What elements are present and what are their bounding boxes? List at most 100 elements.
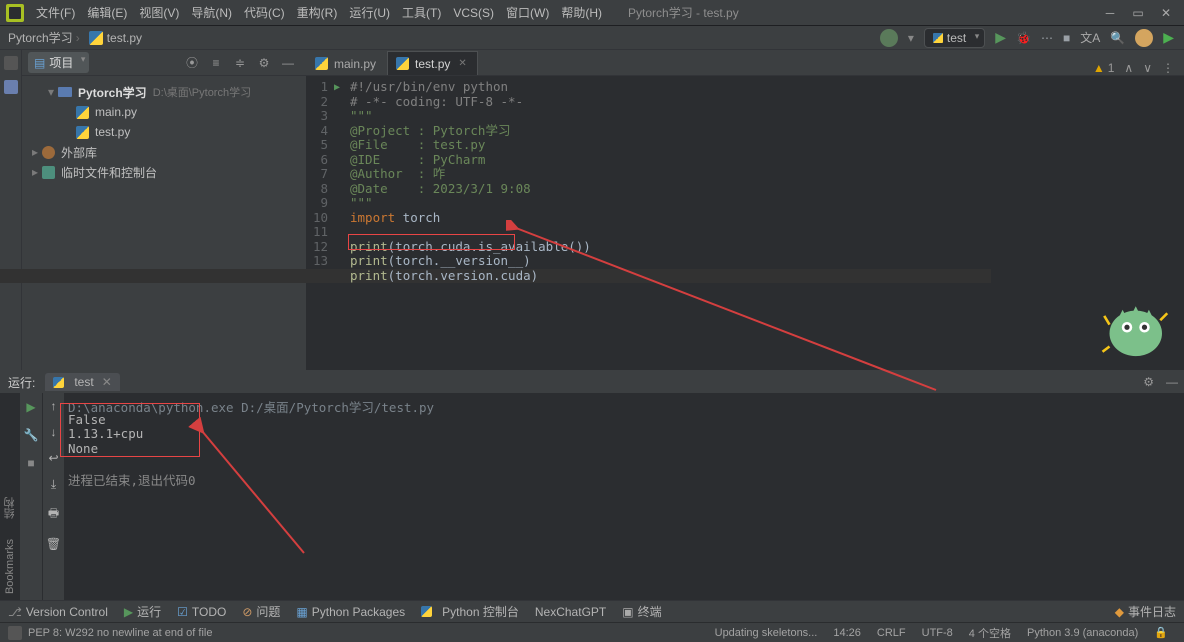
run-panel-label: 运行: <box>8 374 35 391</box>
wrench-icon[interactable]: 🔧 <box>23 427 39 443</box>
vlabel-structure[interactable]: 结构 <box>2 491 18 525</box>
bottom-problems[interactable]: ⊘问题 <box>242 603 280 620</box>
tab-test[interactable]: test.py✕ <box>387 51 478 75</box>
menu-help[interactable]: 帮助(H) <box>555 4 608 21</box>
collapse-all-icon[interactable]: ≑ <box>232 56 248 70</box>
editor-more-icon[interactable]: ⋮ <box>1162 61 1174 75</box>
project-view-selector[interactable]: 项目 <box>28 52 89 73</box>
menu-vcs[interactable]: VCS(S) <box>447 6 500 20</box>
status-encoding[interactable]: UTF-8 <box>922 627 953 639</box>
hide-panel-icon[interactable]: — <box>1166 375 1178 389</box>
bottom-console[interactable]: Python 控制台 <box>421 603 519 620</box>
status-lock-icon[interactable]: 🔒 <box>1154 626 1168 639</box>
tab-main[interactable]: main.py <box>306 51 387 75</box>
tree-scratches[interactable]: ▸临时文件和控制台 <box>22 162 306 182</box>
run-button[interactable]: ▶ <box>995 29 1006 46</box>
menu-view[interactable]: 视图(V) <box>133 4 185 21</box>
menu-window[interactable]: 窗口(W) <box>500 4 555 21</box>
tree-file-main[interactable]: main.py <box>22 102 306 122</box>
left-tool-gutter <box>0 50 22 370</box>
scratch-icon <box>42 166 55 179</box>
run-output[interactable]: D:\anaconda\python.exe D:/桌面/Pytorch学习/t… <box>64 393 1184 600</box>
up-icon[interactable]: ↑ <box>51 399 57 413</box>
left-vertical-labels: 结构 Bookmarks <box>0 491 20 600</box>
user-avatar-icon[interactable] <box>880 29 898 47</box>
gear-icon[interactable]: ⚙ <box>256 56 272 70</box>
menu-code[interactable]: 代码(C) <box>238 4 291 21</box>
rerun-icon[interactable]: ▶ <box>23 399 39 415</box>
gear-icon[interactable]: ⚙ <box>1143 375 1154 389</box>
menu-tools[interactable]: 工具(T) <box>396 4 447 21</box>
status-interpreter[interactable]: Python 3.9 (anaconda) <box>1027 627 1138 639</box>
next-highlight-icon[interactable]: ∨ <box>1143 61 1152 75</box>
run-line-icon[interactable]: ▶ <box>334 80 350 96</box>
status-bar: PEP 8: W292 no newline at end of file Up… <box>0 622 1184 642</box>
bottom-toolbar: ⎇Version Control ▶运行 ☑TODO ⊘问题 ▦Python P… <box>0 600 1184 622</box>
close-tab-icon[interactable]: ✕ <box>458 58 466 69</box>
stop-button[interactable]: ■ <box>1063 31 1070 45</box>
menubar: 文件(F) 编辑(E) 视图(V) 导航(N) 代码(C) 重构(R) 运行(U… <box>0 0 1184 26</box>
close-tab-icon[interactable]: ✕ <box>102 375 112 389</box>
annotation-box <box>60 403 200 457</box>
prev-highlight-icon[interactable]: ∧ <box>1124 61 1133 75</box>
stop-icon[interactable]: ■ <box>23 455 39 471</box>
expand-all-icon[interactable]: ≡ <box>208 56 224 70</box>
project-tool-icon[interactable] <box>4 56 18 70</box>
run-toolbar-primary: ▶ 🔧 ■ <box>20 393 42 600</box>
search-icon[interactable]: 🔍 <box>1110 31 1125 45</box>
python-file-icon <box>76 106 89 119</box>
status-lineending[interactable]: CRLF <box>877 627 906 639</box>
minimize-button[interactable]: ─ <box>1096 6 1124 20</box>
editor: main.py test.py✕ ▲1 ∧ ∨ ⋮ 12345678910111… <box>306 50 1184 370</box>
code-with-me-icon[interactable]: ▶ <box>1163 29 1174 46</box>
tool-windows-icon[interactable] <box>8 626 22 640</box>
close-button[interactable]: ✕ <box>1152 6 1180 20</box>
debug-button[interactable]: 🐞 <box>1016 31 1031 45</box>
menu-refactor[interactable]: 重构(R) <box>291 4 344 21</box>
bottom-chat[interactable]: NexChatGPT <box>535 605 606 619</box>
tree-external-libs[interactable]: ▸外部库 <box>22 142 306 162</box>
warning-icon: ▲ <box>1093 61 1105 75</box>
tree-root[interactable]: ▾ Pytorch学习 D:\桌面\Pytorch学习 <box>22 82 306 102</box>
menu-edit[interactable]: 编辑(E) <box>81 4 133 21</box>
menu-run[interactable]: 运行(U) <box>343 4 396 21</box>
run-panel: 运行: test ✕ ⚙ — ▶ 🔧 ■ ↑ ↓ ↩ ⤓ 🖶 🗑 D:\anac… <box>0 370 1184 600</box>
warnings-indicator[interactable]: ▲1 <box>1093 61 1115 75</box>
hide-panel-icon[interactable]: — <box>280 56 296 70</box>
app-logo-icon <box>6 4 24 22</box>
run-config-selector[interactable]: test <box>924 28 985 48</box>
folder-tool-icon[interactable] <box>4 80 18 94</box>
bottom-todo[interactable]: ☑TODO <box>177 605 226 619</box>
status-time: 14:26 <box>833 627 861 639</box>
bottom-run[interactable]: ▶运行 <box>124 603 161 620</box>
bottom-eventlog[interactable]: ◆事件日志 <box>1115 603 1176 620</box>
crumb-file[interactable]: test.py <box>107 31 142 45</box>
print-icon[interactable]: 🖶 <box>48 504 59 525</box>
library-icon <box>42 146 55 159</box>
crumb-project[interactable]: Pytorch学习 <box>8 29 73 46</box>
menu-file[interactable]: 文件(F) <box>30 4 81 21</box>
tree-file-test[interactable]: test.py <box>22 122 306 142</box>
bottom-vc[interactable]: ⎇Version Control <box>8 605 108 619</box>
menu-nav[interactable]: 导航(N) <box>185 4 238 21</box>
more-run-icon[interactable]: ⋯ <box>1041 31 1053 45</box>
account-avatar-icon[interactable] <box>1135 29 1153 47</box>
bottom-terminal[interactable]: ▣终端 <box>622 603 661 620</box>
status-updating: Updating skeletons... <box>715 627 818 639</box>
down-icon[interactable]: ↓ <box>51 425 57 439</box>
status-indent[interactable]: 4 个空格 <box>969 625 1011 641</box>
clear-icon[interactable]: 🗑 <box>46 537 61 551</box>
locate-icon[interactable]: ⦿ <box>184 54 200 71</box>
bottom-packages[interactable]: ▦Python Packages <box>296 605 405 619</box>
code-editor[interactable]: 1234567891011121314 ▶ #!/usr/bin/env pyt… <box>306 76 1184 283</box>
run-panel-tab[interactable]: test ✕ <box>45 373 119 391</box>
folder-icon <box>58 87 72 97</box>
maximize-button[interactable]: ▭ <box>1124 6 1152 20</box>
breadcrumb-bar: Pytorch学习 › test.py ▾ test ▶ 🐞 ⋯ ■ 文A 🔍 … <box>0 26 1184 50</box>
run-cmd: D:\anaconda\python.exe D:/桌面/Pytorch学习/t… <box>68 397 1180 412</box>
soft-wrap-icon[interactable]: ↩ <box>48 451 58 465</box>
vlabel-bookmarks[interactable]: Bookmarks <box>4 533 16 600</box>
editor-tabs: main.py test.py✕ ▲1 ∧ ∨ ⋮ <box>306 50 1184 76</box>
scroll-end-icon[interactable]: ⤓ <box>51 477 56 492</box>
translate-icon[interactable]: 文A <box>1080 29 1100 46</box>
